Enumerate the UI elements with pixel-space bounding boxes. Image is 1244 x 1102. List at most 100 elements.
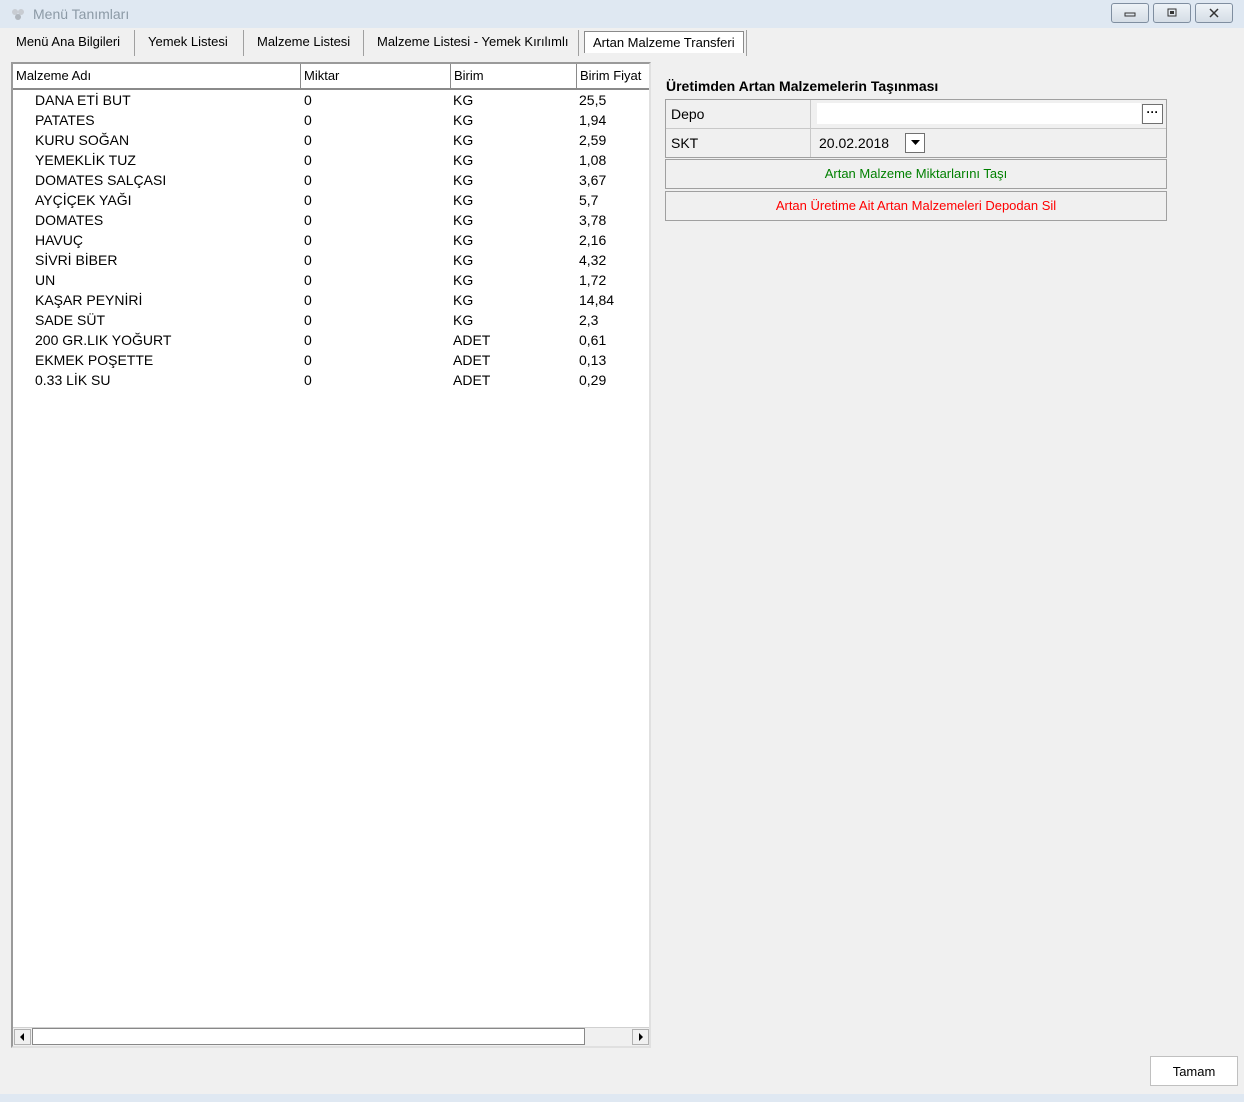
cell-birim-fiyat: 5,7 [579, 192, 599, 208]
depo-browse-button[interactable]: ··· [1142, 104, 1163, 124]
cell-miktar: 0 [304, 232, 312, 248]
cell-miktar: 0 [304, 332, 312, 348]
move-leftovers-button[interactable]: Artan Malzeme Miktarlarını Taşı [665, 159, 1167, 189]
column-header-malzeme-adi[interactable]: Malzeme Adı [13, 64, 301, 88]
tab-yemek-listesi[interactable]: Yemek Listesi [140, 31, 236, 53]
column-header-birim-fiyat[interactable]: Birim Fiyat [577, 64, 649, 88]
tab-malzeme-listesi-yemek-kirilimli[interactable]: Malzeme Listesi - Yemek Kırılımlı [369, 31, 576, 53]
cell-birim-fiyat: 0,13 [579, 352, 607, 368]
cell-malzeme-adi: KAŞAR PEYNİRİ [35, 292, 143, 308]
table-row[interactable]: YEMEKLİK TUZ 0 KG 1,08 [13, 150, 649, 170]
column-header-birim[interactable]: Birim [451, 64, 577, 88]
table-row[interactable]: DOMATES 0 KG 3,78 [13, 210, 649, 230]
cell-birim-fiyat: 3,67 [579, 172, 607, 188]
cell-malzeme-adi: HAVUÇ [35, 232, 83, 248]
ok-button[interactable]: Tamam [1150, 1056, 1238, 1086]
cell-miktar: 0 [304, 212, 312, 228]
cell-birim-fiyat: 0,29 [579, 372, 607, 388]
table-row[interactable]: 0.33 LİK SU 0 ADET 0,29 [13, 370, 649, 390]
table-row[interactable]: UN 0 KG 1,72 [13, 270, 649, 290]
table-row[interactable]: KAŞAR PEYNİRİ 0 KG 14,84 [13, 290, 649, 310]
maximize-icon [1167, 8, 1177, 17]
cell-birim-fiyat: 14,84 [579, 292, 615, 308]
minimize-button[interactable] [1111, 3, 1149, 23]
cell-miktar: 0 [304, 132, 312, 148]
cell-malzeme-adi: EKMEK POŞETTE [35, 352, 154, 368]
cell-birim: KG [453, 232, 474, 248]
cell-malzeme-adi: AYÇİÇEK YAĞI [35, 192, 132, 208]
cell-birim-fiyat: 25,5 [579, 92, 607, 108]
horizontal-scrollbar[interactable] [13, 1027, 649, 1046]
cell-miktar: 0 [304, 252, 312, 268]
cell-birim: KG [453, 312, 474, 328]
cell-miktar: 0 [304, 152, 312, 168]
cell-malzeme-adi: 0.33 LİK SU [35, 372, 111, 388]
delete-leftovers-button[interactable]: Artan Üretime Ait Artan Malzemeleri Depo… [665, 191, 1167, 221]
table-row[interactable]: HAVUÇ 0 KG 2,16 [13, 230, 649, 250]
cell-miktar: 0 [304, 372, 312, 388]
skt-field: 20.02.2018 [812, 129, 1166, 157]
table-row[interactable]: DOMATES SALÇASI 0 KG 3,67 [13, 170, 649, 190]
table-row[interactable]: EKMEK POŞETTE 0 ADET 0,13 [13, 350, 649, 370]
cell-miktar: 0 [304, 112, 312, 128]
tab-divider [134, 30, 135, 56]
table-row[interactable]: PATATES 0 KG 1,94 [13, 110, 649, 130]
skt-date-dropdown[interactable] [905, 133, 925, 153]
close-button[interactable] [1195, 3, 1233, 23]
cell-miktar: 0 [304, 312, 312, 328]
cell-miktar: 0 [304, 92, 312, 108]
table-row[interactable]: SİVRİ BİBER 0 KG 4,32 [13, 250, 649, 270]
scroll-left-button[interactable] [14, 1029, 31, 1045]
table-row[interactable]: DANA ETİ BUT 0 KG 25,5 [13, 90, 649, 110]
scroll-thumb[interactable] [32, 1028, 585, 1045]
tab-divider [746, 30, 747, 56]
tab-menu-ana-bilgileri[interactable]: Menü Ana Bilgileri [8, 31, 128, 53]
tab-strip: Menü Ana Bilgileri Yemek Listesi Malzeme… [0, 28, 1244, 56]
app-icon [12, 9, 24, 20]
materials-grid[interactable]: Malzeme Adı Miktar Birim Birim Fiyat DAN… [11, 62, 651, 1048]
table-row[interactable]: SADE SÜT 0 KG 2,3 [13, 310, 649, 330]
cell-birim: KG [453, 272, 474, 288]
cell-birim-fiyat: 1,72 [579, 272, 607, 288]
cell-birim-fiyat: 3,78 [579, 212, 607, 228]
cell-birim-fiyat: 0,61 [579, 332, 607, 348]
cell-malzeme-adi: 200 GR.LIK YOĞURT [35, 332, 172, 348]
cell-birim-fiyat: 2,16 [579, 232, 607, 248]
cell-malzeme-adi: KURU SOĞAN [35, 132, 130, 148]
cell-birim: KG [453, 252, 474, 268]
title-bar: Menü Tanımları [0, 0, 1244, 28]
depo-field: ··· [812, 100, 1166, 128]
cell-malzeme-adi: DOMATES [35, 212, 104, 228]
tab-divider [363, 30, 364, 56]
scroll-right-button[interactable] [632, 1029, 649, 1045]
table-row[interactable]: KURU SOĞAN 0 KG 2,59 [13, 130, 649, 150]
section-title: Üretimden Artan Malzemelerin Taşınması [666, 78, 939, 94]
cell-malzeme-adi: PATATES [35, 112, 95, 128]
cell-birim-fiyat: 1,08 [579, 152, 607, 168]
table-row[interactable]: AYÇİÇEK YAĞI 0 KG 5,7 [13, 190, 649, 210]
cell-birim: KG [453, 92, 474, 108]
skt-date-value[interactable]: 20.02.2018 [819, 129, 889, 157]
cell-birim: KG [453, 132, 474, 148]
cell-birim: ADET [453, 332, 491, 348]
grid-header: Malzeme Adı Miktar Birim Birim Fiyat [13, 64, 649, 90]
cell-birim-fiyat: 1,94 [579, 112, 607, 128]
window-bottom-border [0, 1094, 1244, 1102]
table-row[interactable]: 200 GR.LIK YOĞURT 0 ADET 0,61 [13, 330, 649, 350]
cell-malzeme-adi: YEMEKLİK TUZ [35, 152, 136, 168]
cell-birim-fiyat: 4,32 [579, 252, 607, 268]
tab-artan-malzeme-transferi[interactable]: Artan Malzeme Transferi [584, 31, 744, 53]
cell-malzeme-adi: DANA ETİ BUT [35, 92, 131, 108]
cell-miktar: 0 [304, 192, 312, 208]
skt-row: SKT 20.02.2018 [666, 129, 1166, 157]
depo-row: Depo ··· [666, 100, 1166, 129]
skt-label: SKT [666, 129, 811, 157]
column-header-miktar[interactable]: Miktar [301, 64, 451, 88]
cell-birim-fiyat: 2,59 [579, 132, 607, 148]
tab-malzeme-listesi[interactable]: Malzeme Listesi [249, 31, 358, 53]
cell-birim: ADET [453, 372, 491, 388]
minimize-icon [1124, 12, 1136, 17]
cell-miktar: 0 [304, 292, 312, 308]
maximize-button[interactable] [1153, 3, 1191, 23]
depo-input[interactable] [817, 103, 1141, 124]
